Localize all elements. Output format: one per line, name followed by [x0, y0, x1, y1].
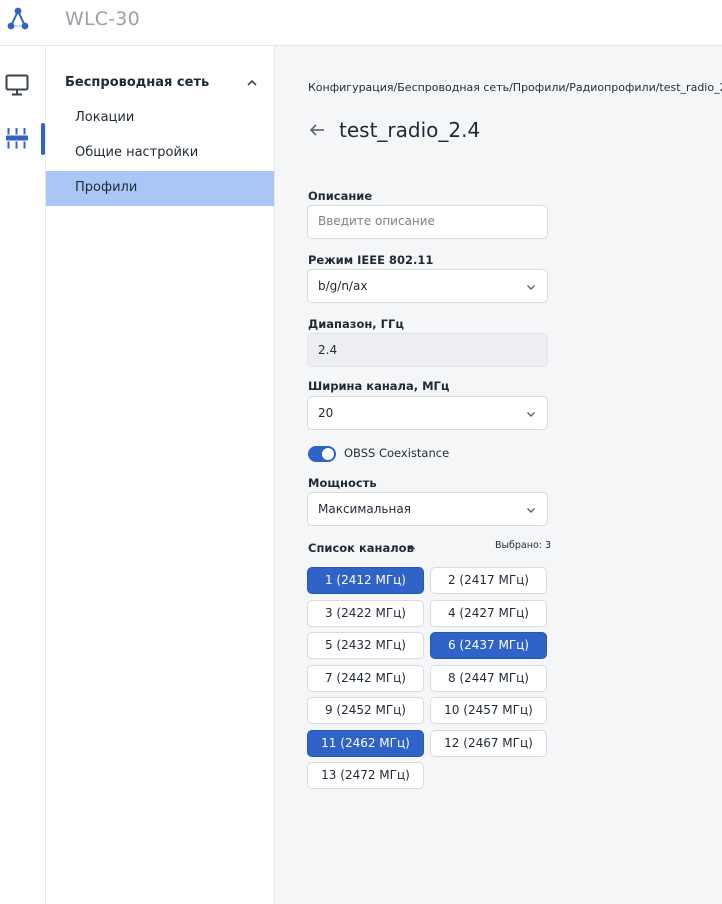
- ieee-mode-label: Режим IEEE 802.11: [308, 253, 434, 267]
- channel-label: 2 (2417 МГц): [447, 573, 529, 587]
- icon-rail: [0, 46, 46, 904]
- channel-button[interactable]: 7 (2442 МГц): [307, 665, 424, 692]
- page-title: test_radio_2.4: [339, 118, 481, 142]
- obss-label: OBSS Coexistance: [344, 446, 450, 460]
- description-label: Описание: [308, 189, 373, 203]
- power-label: Мощность: [308, 476, 377, 490]
- sidebar-item-label: Общие настройки: [75, 145, 199, 160]
- top-bar: WLC-30: [0, 0, 722, 46]
- chevron-down-icon: [527, 285, 535, 290]
- channel-button[interactable]: 10 (2457 МГц): [430, 697, 547, 724]
- channel-width-label: Ширина канала, МГц: [308, 379, 450, 393]
- channel-label: 5 (2432 МГц): [324, 638, 406, 652]
- channel-button[interactable]: 5 (2432 МГц): [307, 632, 424, 659]
- band-label: Диапазон, ГГц: [308, 317, 404, 331]
- channel-button[interactable]: 4 (2427 МГц): [430, 600, 547, 627]
- channel-button[interactable]: 13 (2472 МГц): [307, 762, 424, 789]
- channel-button[interactable]: 11 (2462 МГц): [307, 730, 424, 757]
- channel-width-select[interactable]: 20: [307, 396, 548, 430]
- band-field: 2.4: [307, 333, 548, 367]
- channel-label: 3 (2422 МГц): [324, 606, 406, 620]
- channel-width-value: 20: [318, 406, 334, 420]
- description-field[interactable]: [307, 205, 548, 239]
- access-points-icon[interactable]: [4, 126, 30, 152]
- channel-label: 8 (2447 МГц): [447, 671, 529, 685]
- channel-button[interactable]: 1 (2412 МГц): [307, 567, 424, 594]
- channel-button[interactable]: 8 (2447 МГц): [430, 665, 547, 692]
- channel-label: 6 (2437 МГц): [447, 638, 529, 652]
- channel-label: 1 (2412 МГц): [324, 573, 406, 587]
- channel-label: 12 (2467 МГц): [444, 736, 533, 750]
- main-content: Конфигурация/Беспроводная сеть/Профили/Р…: [275, 46, 722, 904]
- obss-toggle[interactable]: [308, 446, 336, 462]
- sidebar-group-label: Беспроводная сеть: [65, 75, 210, 90]
- selected-count: Выбрано: 3: [495, 540, 552, 551]
- sidebar-item-label: Локации: [75, 110, 135, 125]
- ieee-mode-select[interactable]: b/g/n/ax: [307, 269, 548, 303]
- app-title: WLC-30: [65, 8, 140, 30]
- sidebar-group-wireless[interactable]: Беспроводная сеть: [46, 66, 274, 100]
- power-value: Максимальная: [318, 502, 411, 516]
- band-value: 2.4: [318, 343, 338, 357]
- sidebar-item-profiles[interactable]: Профили: [46, 171, 274, 206]
- channel-button[interactable]: 9 (2452 МГц): [307, 697, 424, 724]
- back-arrow-icon[interactable]: [308, 121, 326, 139]
- sidebar: Беспроводная сеть Локации Общие настройк…: [46, 46, 275, 904]
- channel-button[interactable]: 12 (2467 МГц): [430, 730, 547, 757]
- channel-button[interactable]: 3 (2422 МГц): [307, 600, 424, 627]
- sidebar-item-label: Профили: [75, 180, 138, 195]
- description-input[interactable]: [318, 214, 533, 228]
- channel-label: 13 (2472 МГц): [321, 768, 410, 782]
- channel-label: 9 (2452 МГц): [324, 703, 406, 717]
- rail-active-indicator: [41, 123, 45, 155]
- power-select[interactable]: Максимальная: [307, 492, 548, 526]
- sidebar-item-locations[interactable]: Локации: [46, 101, 274, 136]
- ieee-mode-value: b/g/n/ax: [318, 279, 368, 293]
- breadcrumb: Конфигурация/Беспроводная сеть/Профили/Р…: [308, 81, 722, 94]
- channel-button[interactable]: 6 (2437 МГц): [430, 632, 547, 659]
- toggle-knob: [321, 447, 335, 461]
- chevron-down-icon: [527, 412, 535, 417]
- channel-button[interactable]: 2 (2417 МГц): [430, 567, 547, 594]
- chevron-up-icon: [247, 79, 257, 86]
- channel-label: 10 (2457 МГц): [444, 703, 533, 717]
- chevron-down-icon: [527, 508, 535, 513]
- monitor-icon[interactable]: [4, 72, 30, 98]
- channel-label: 4 (2427 МГц): [447, 606, 529, 620]
- channel-label: 7 (2442 МГц): [324, 671, 406, 685]
- sidebar-item-general-settings[interactable]: Общие настройки: [46, 136, 274, 171]
- channel-list-toggle[interactable]: Список каналов: [308, 541, 414, 555]
- channel-label: 11 (2462 МГц): [321, 736, 410, 750]
- chevron-up-icon[interactable]: [406, 542, 417, 553]
- network-logo-icon[interactable]: [5, 6, 31, 32]
